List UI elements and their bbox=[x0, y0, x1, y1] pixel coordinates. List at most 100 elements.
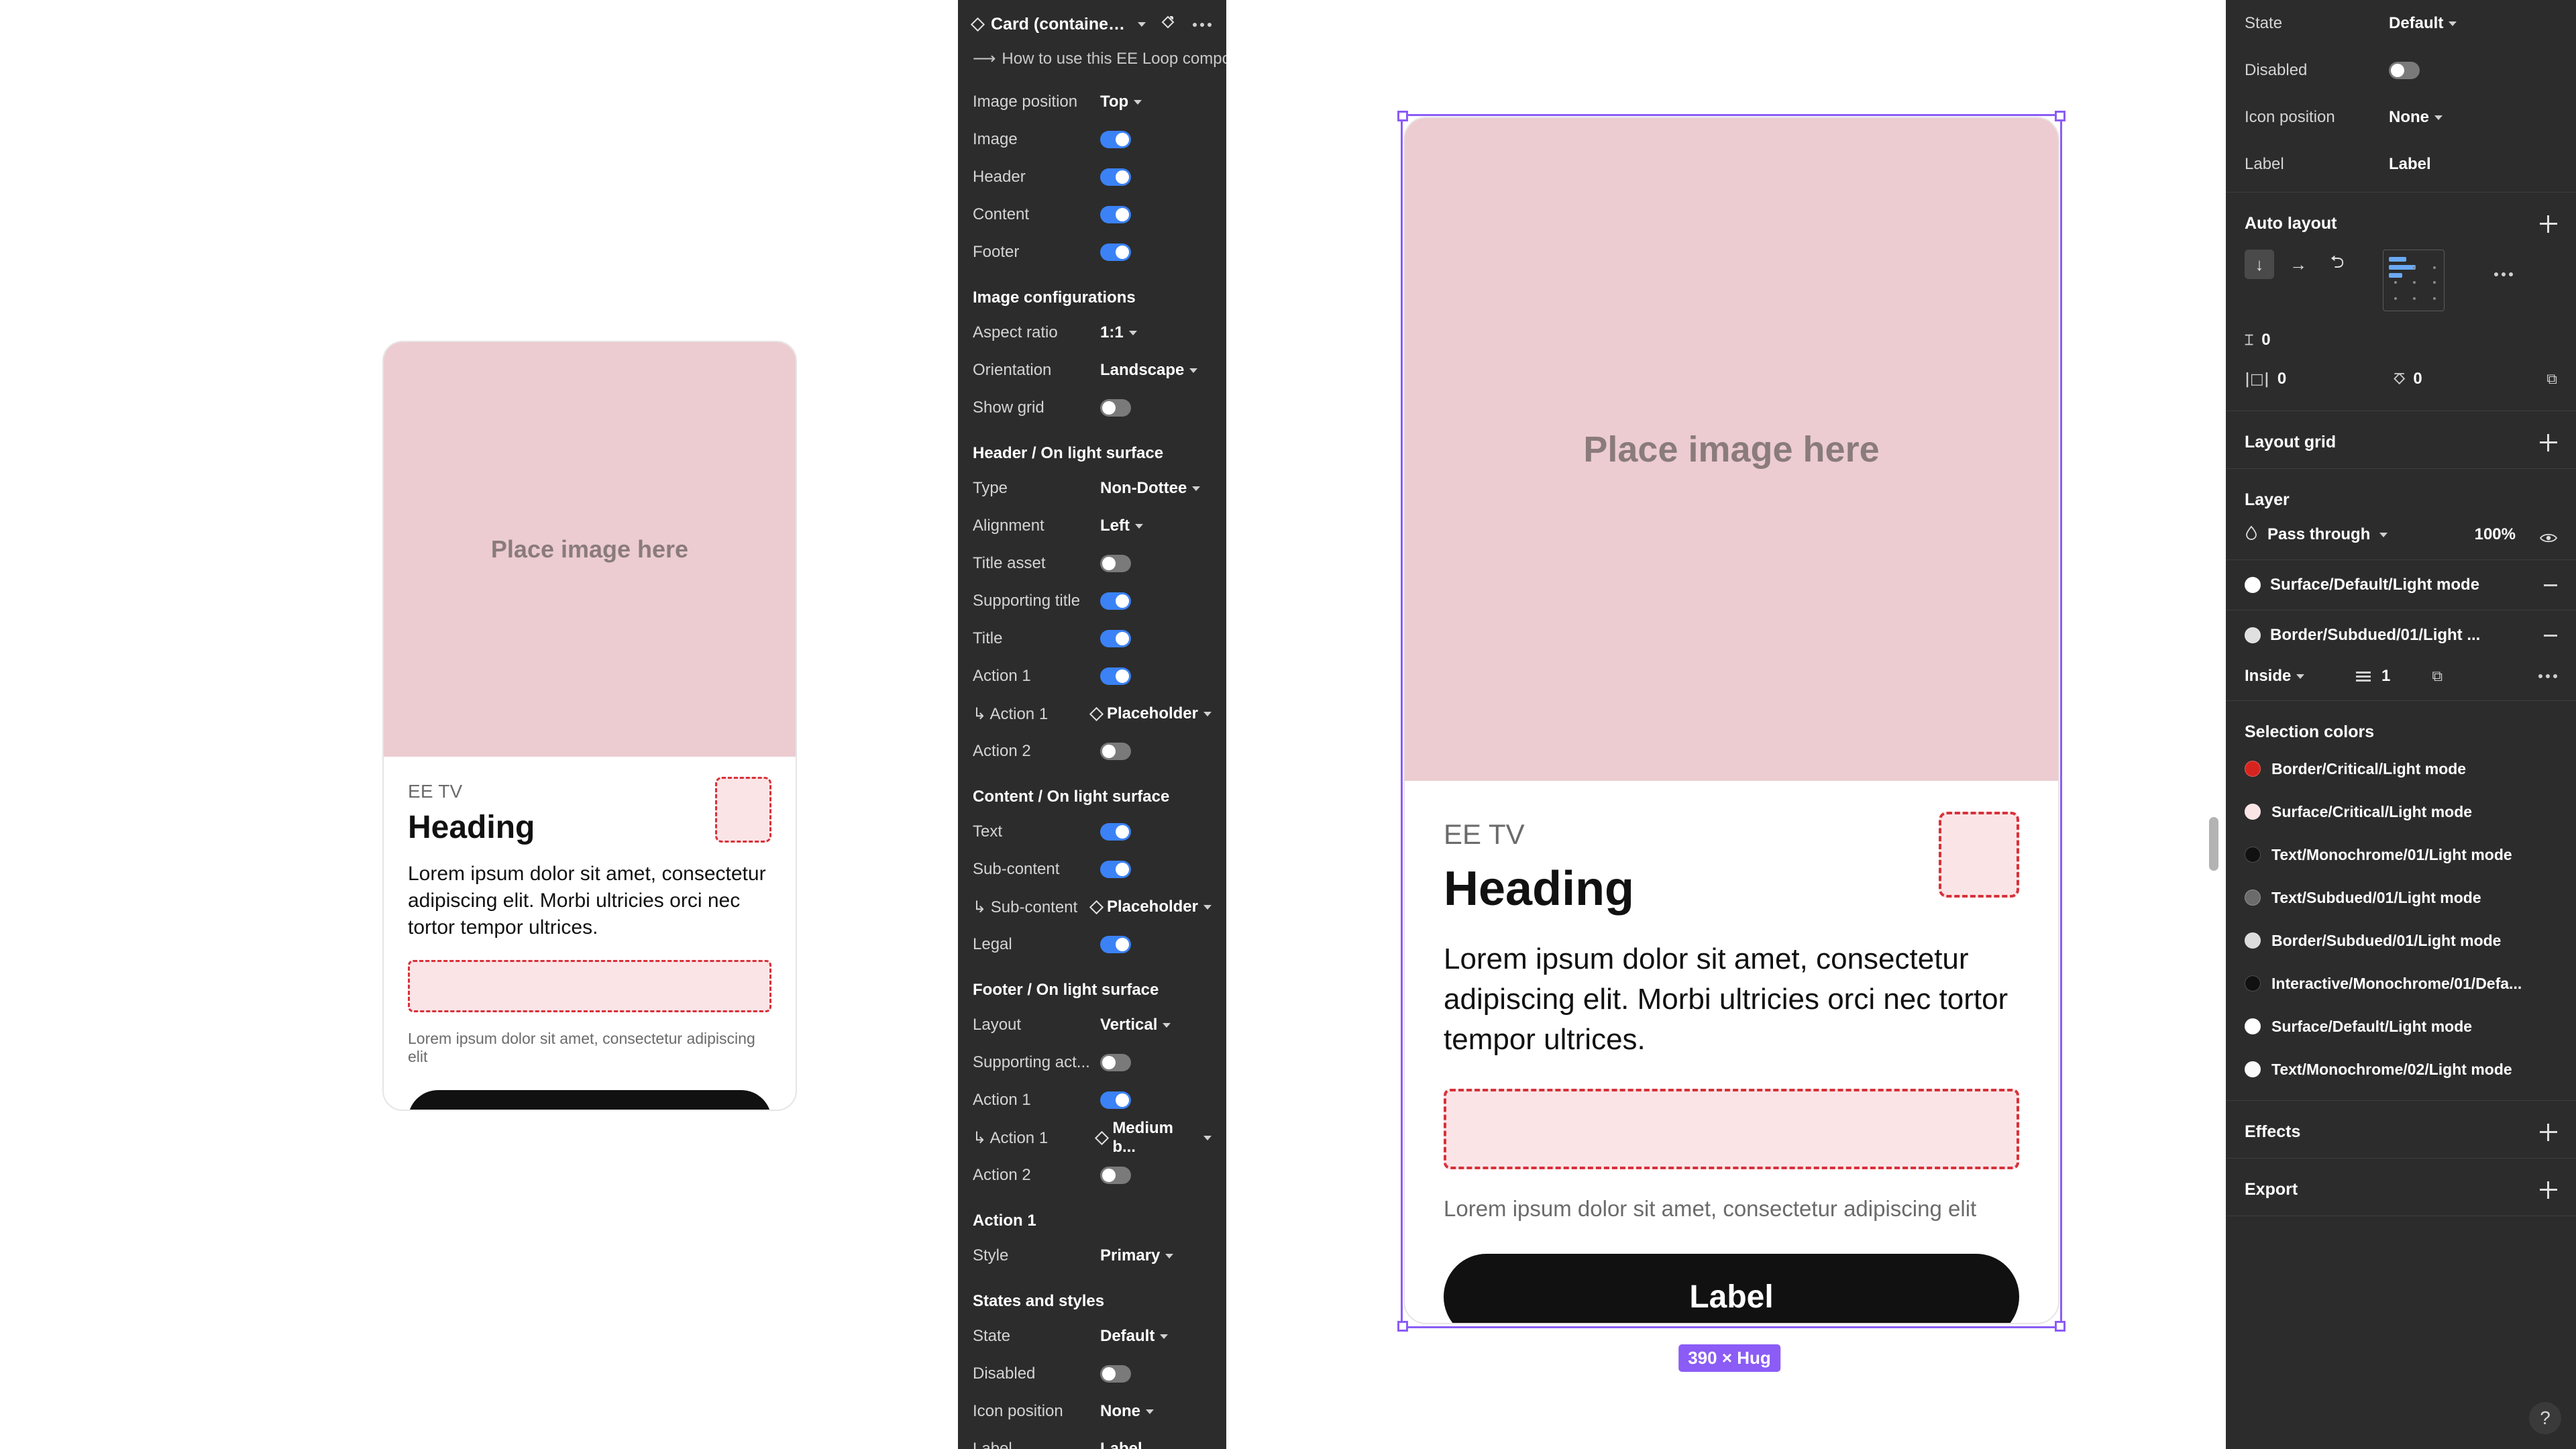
padding-horizontal-control[interactable]: |□| 0 bbox=[2245, 370, 2363, 388]
property-label: Icon position bbox=[2245, 108, 2335, 126]
component-description[interactable]: ⟶ How to use this EE Loop compone... bbox=[958, 44, 1226, 83]
add-export-icon[interactable] bbox=[2540, 1181, 2557, 1199]
direction-horizontal-button[interactable]: → bbox=[2284, 250, 2313, 279]
select-value[interactable]: None bbox=[1100, 1402, 1154, 1421]
select-value[interactable]: Default bbox=[2389, 14, 2457, 33]
stroke-more-icon[interactable] bbox=[2538, 674, 2557, 678]
property-label: Label bbox=[973, 1440, 1012, 1449]
stroke-style-icon[interactable] bbox=[2356, 671, 2371, 682]
divider bbox=[2226, 1100, 2576, 1101]
color-name: Interactive/Monochrome/01/Defa... bbox=[2271, 974, 2522, 992]
toggle-switch[interactable] bbox=[1100, 399, 1131, 417]
select-value[interactable]: Primary bbox=[1100, 1246, 1174, 1265]
help-button[interactable]: ? bbox=[2529, 1402, 2561, 1434]
selection-color-item[interactable]: Surface/Default/Light mode bbox=[2226, 1005, 2576, 1048]
more-options-icon[interactable] bbox=[1193, 22, 1212, 27]
toggle-switch[interactable] bbox=[1100, 592, 1131, 610]
add-effect-icon[interactable] bbox=[2540, 1123, 2557, 1141]
swap-instance-icon[interactable] bbox=[1161, 15, 1175, 34]
instance-swap-value[interactable]: Placeholder bbox=[1089, 898, 1212, 916]
card-big-action-button[interactable]: Label bbox=[1444, 1254, 2019, 1323]
select-value[interactable]: Vertical bbox=[1100, 1016, 1171, 1034]
selection-color-item[interactable]: Border/Critical/Light mode bbox=[2226, 747, 2576, 790]
card-small[interactable]: Place image here EE TV Heading Lorem ips… bbox=[382, 341, 797, 1111]
toggle-switch[interactable] bbox=[1100, 667, 1131, 685]
toggle-switch[interactable] bbox=[2389, 62, 2420, 79]
instance-swap-value[interactable]: Placeholder bbox=[1089, 704, 1212, 723]
chevron-down-icon[interactable] bbox=[1138, 22, 1146, 27]
select-value[interactable]: Top bbox=[1100, 93, 1142, 111]
stroke-weight-value[interactable]: 1 bbox=[2381, 667, 2390, 686]
design-canvas[interactable]: Place image here EE TV Heading Lorem ips… bbox=[0, 0, 2576, 1449]
property-row: Title bbox=[958, 620, 1226, 657]
select-value[interactable]: None bbox=[2389, 108, 2443, 127]
remove-stroke-icon[interactable] bbox=[2544, 634, 2557, 637]
stroke-color-swatch[interactable] bbox=[2245, 627, 2261, 643]
design-inspect-panel[interactable]: State Default Disabled Icon position None Lab… bbox=[2226, 0, 2576, 1449]
gap-control[interactable]: ⌶ 0 bbox=[2245, 331, 2271, 350]
blend-mode-value[interactable]: Pass through bbox=[2267, 525, 2370, 544]
resize-handle-top-left[interactable] bbox=[1397, 111, 1408, 121]
toggle-switch[interactable] bbox=[1100, 1167, 1131, 1184]
card-small-asset-slot[interactable] bbox=[715, 777, 771, 843]
card-big-subcontent-slot[interactable] bbox=[1444, 1089, 2019, 1170]
instance-swap-value[interactable]: Medium b... bbox=[1095, 1119, 1212, 1157]
toggle-switch[interactable] bbox=[1100, 206, 1131, 223]
card-big[interactable]: Place image here EE TV Heading Lorem ips… bbox=[1403, 117, 2059, 1324]
visibility-eye-icon[interactable] bbox=[2539, 529, 2558, 543]
padding-vertical-control[interactable]: ⎏ 0 bbox=[2394, 370, 2422, 388]
toggle-switch[interactable] bbox=[1100, 861, 1131, 878]
toggle-switch[interactable] bbox=[1100, 936, 1131, 953]
divider bbox=[2226, 559, 2576, 560]
component-properties-panel[interactable]: Card (contained) ... ⟶ How to use this E… bbox=[958, 0, 1226, 1449]
card-small-action-button[interactable]: Label bbox=[408, 1089, 771, 1110]
fill-color-swatch[interactable] bbox=[2245, 577, 2261, 593]
select-value[interactable]: Landscape bbox=[1100, 361, 1198, 380]
toggle-switch[interactable] bbox=[1100, 1365, 1131, 1383]
direction-wrap-button[interactable]: ⮌ bbox=[2322, 250, 2352, 279]
toggle-switch[interactable] bbox=[1100, 131, 1131, 148]
toggle-switch[interactable] bbox=[1100, 168, 1131, 186]
card-big-image-placeholder[interactable]: Place image here bbox=[1405, 118, 2058, 781]
canvas-scrollbar[interactable] bbox=[2209, 817, 2218, 871]
toggle-switch[interactable] bbox=[1100, 1091, 1131, 1109]
selection-color-item[interactable]: Text/Monochrome/01/Light mode bbox=[2226, 833, 2576, 876]
chevron-down-icon bbox=[1203, 1135, 1212, 1140]
property-row: Action 1 bbox=[958, 657, 1226, 695]
advanced-stroke-icon[interactable]: ⧉ bbox=[2432, 668, 2443, 685]
direction-vertical-button[interactable]: ↓ bbox=[2245, 250, 2274, 279]
layer-opacity-value[interactable]: 100% bbox=[2475, 525, 2516, 544]
toggle-switch[interactable] bbox=[1100, 743, 1131, 760]
selection-color-item[interactable]: Text/Monochrome/02/Light mode bbox=[2226, 1048, 2576, 1091]
stroke-align-value: Inside bbox=[2245, 667, 2292, 685]
property-row: Header bbox=[958, 158, 1226, 196]
toggle-switch[interactable] bbox=[1100, 1054, 1131, 1071]
stroke-align-select[interactable]: Inside bbox=[2245, 667, 2345, 686]
toggle-switch[interactable] bbox=[1100, 823, 1131, 841]
toggle-switch[interactable] bbox=[1100, 630, 1131, 647]
select-value[interactable]: Default bbox=[1100, 1327, 1169, 1346]
toggle-switch[interactable] bbox=[1100, 555, 1131, 572]
selection-color-item[interactable]: Border/Subdued/01/Light mode bbox=[2226, 919, 2576, 962]
toggle-switch[interactable] bbox=[1100, 244, 1131, 261]
select-value[interactable]: 1:1 bbox=[1100, 323, 1137, 342]
card-big-asset-slot[interactable] bbox=[1939, 812, 2019, 898]
auto-layout-more-icon[interactable] bbox=[2494, 272, 2513, 276]
add-auto-layout-icon[interactable] bbox=[2540, 215, 2557, 233]
card-small-image-placeholder[interactable]: Place image here bbox=[384, 342, 796, 757]
selection-color-item[interactable]: Surface/Critical/Light mode bbox=[2226, 790, 2576, 833]
component-diamond-icon bbox=[1095, 1130, 1110, 1145]
selection-color-item[interactable]: Text/Subdued/01/Light mode bbox=[2226, 876, 2576, 919]
selection-color-item[interactable]: Interactive/Monochrome/01/Defa... bbox=[2226, 962, 2576, 1005]
chevron-down-icon[interactable] bbox=[2379, 532, 2388, 537]
alignment-pad[interactable] bbox=[2383, 250, 2445, 311]
select-value[interactable]: Left bbox=[1100, 517, 1143, 535]
text-value[interactable]: Label bbox=[2389, 155, 2431, 174]
select-value[interactable]: Non-Dottee bbox=[1100, 479, 1201, 498]
card-small-subcontent-slot[interactable] bbox=[408, 959, 771, 1012]
remove-fill-icon[interactable] bbox=[2544, 584, 2557, 586]
resize-handle-top-right[interactable] bbox=[2055, 111, 2065, 121]
individual-padding-icon[interactable]: ⧉ bbox=[2546, 371, 2557, 388]
text-value[interactable]: Label bbox=[1100, 1440, 1142, 1449]
add-layout-grid-icon[interactable] bbox=[2540, 433, 2557, 451]
